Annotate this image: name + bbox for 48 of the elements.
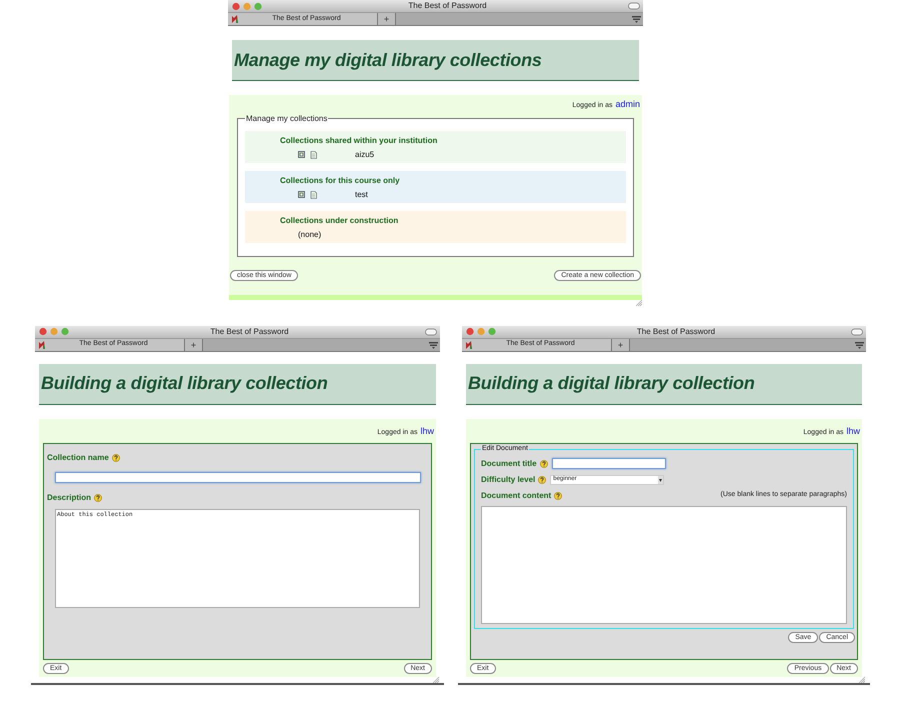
help-icon[interactable]	[94, 494, 102, 502]
text-field[interactable]	[55, 472, 421, 483]
help-icon[interactable]	[112, 454, 120, 462]
tab-list-icon[interactable]	[429, 340, 438, 348]
field-label: Collection name	[47, 452, 109, 464]
user-link[interactable]: lhw	[420, 424, 434, 438]
app-logo-icon	[231, 14, 239, 24]
window-title: The Best of Password	[636, 326, 716, 338]
group-title: Collections under construction	[280, 214, 400, 226]
window-title: The Best of Password	[407, 0, 488, 12]
collection-name[interactable]: aizu5	[355, 148, 374, 160]
window-title: The Best of Password	[209, 326, 290, 338]
tab-list-icon[interactable]	[632, 15, 641, 23]
empty-note: (none)	[298, 228, 322, 240]
app-logo-icon	[465, 340, 473, 350]
help-icon[interactable]	[554, 492, 562, 500]
field-label: Description	[47, 492, 92, 504]
edit-icon[interactable]	[298, 151, 305, 158]
resize-grip-icon[interactable]	[636, 300, 642, 306]
field-label: Difficulty level	[481, 474, 536, 486]
tab-list-icon[interactable]	[855, 340, 864, 348]
collection-name[interactable]: test	[355, 188, 368, 200]
user-link[interactable]: lhw	[846, 424, 860, 438]
text-field[interactable]	[552, 458, 666, 469]
new-tab-button[interactable]: +	[378, 13, 396, 25]
help-icon[interactable]	[538, 476, 546, 484]
toolbar-toggle-icon[interactable]	[425, 328, 437, 336]
heading-text: Building a digital library collection	[41, 372, 328, 395]
app-logo-icon	[38, 340, 46, 350]
heading-text: Building a digital library collection	[468, 372, 755, 395]
new-tab-button[interactable]: +	[185, 338, 203, 350]
field-label: Document content	[481, 490, 552, 502]
group-title: Collections shared within your institution	[280, 134, 438, 146]
edit-icon[interactable]	[298, 191, 305, 198]
help-icon[interactable]	[540, 460, 548, 468]
resize-grip-icon[interactable]	[433, 677, 439, 683]
field-label: Document title	[481, 458, 537, 470]
heading-text: Manage my digital library collections	[234, 48, 542, 72]
resize-grip-icon[interactable]	[859, 677, 865, 683]
toolbar-toggle-icon[interactable]	[628, 2, 640, 10]
dropdown-caret-icon	[658, 476, 664, 484]
document-icon[interactable]	[310, 190, 317, 198]
group-title: Collections for this course only	[280, 174, 401, 186]
new-tab-button[interactable]: +	[612, 338, 630, 350]
user-link[interactable]: admin	[615, 98, 640, 112]
fieldset-legend: Manage my collections	[245, 112, 328, 124]
toolbar-toggle-icon[interactable]	[851, 328, 863, 336]
document-icon[interactable]	[310, 150, 317, 158]
